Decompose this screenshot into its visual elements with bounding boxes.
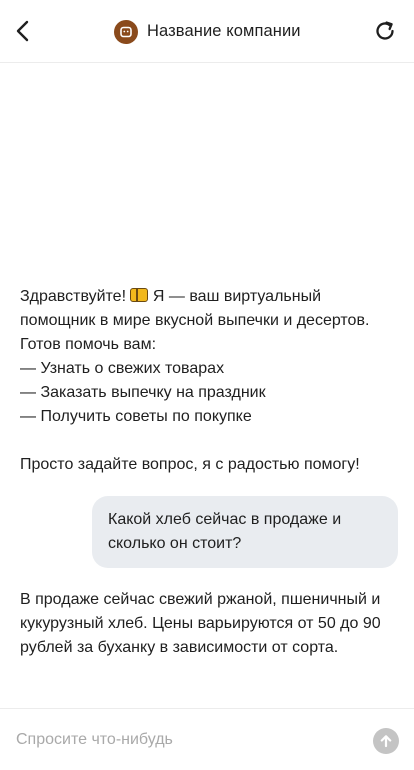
assistant-message: В продаже сейчас свежий ржаной, пшеничны… [20,591,381,656]
refresh-button[interactable] [372,17,398,45]
message-composer [0,708,414,770]
chevron-left-icon [16,20,29,42]
assistant-message: Здравствуйте! Я — ваш виртуальный помощн… [20,285,400,477]
send-button[interactable] [373,728,399,754]
bread-icon [130,288,149,302]
company-name: Название компании [147,22,301,40]
company-brand: Название компании [114,19,301,44]
user-message: Какой хлеб сейчас в продаже и сколько он… [92,496,398,568]
assistant-message-text: Я — ваш виртуальный помощник в мире вкус… [20,288,370,473]
chat-thread: Здравствуйте! Я — ваш виртуальный помощн… [0,63,414,708]
company-logo [114,19,138,44]
chat-bot-icon [120,26,132,37]
refresh-icon [376,21,394,40]
chat-header: Название компании [0,0,414,63]
send-arrow-icon [380,735,392,748]
back-button[interactable] [8,16,36,46]
message-input[interactable] [16,725,356,755]
assistant-message-greeting: Здравствуйте! [20,288,131,305]
